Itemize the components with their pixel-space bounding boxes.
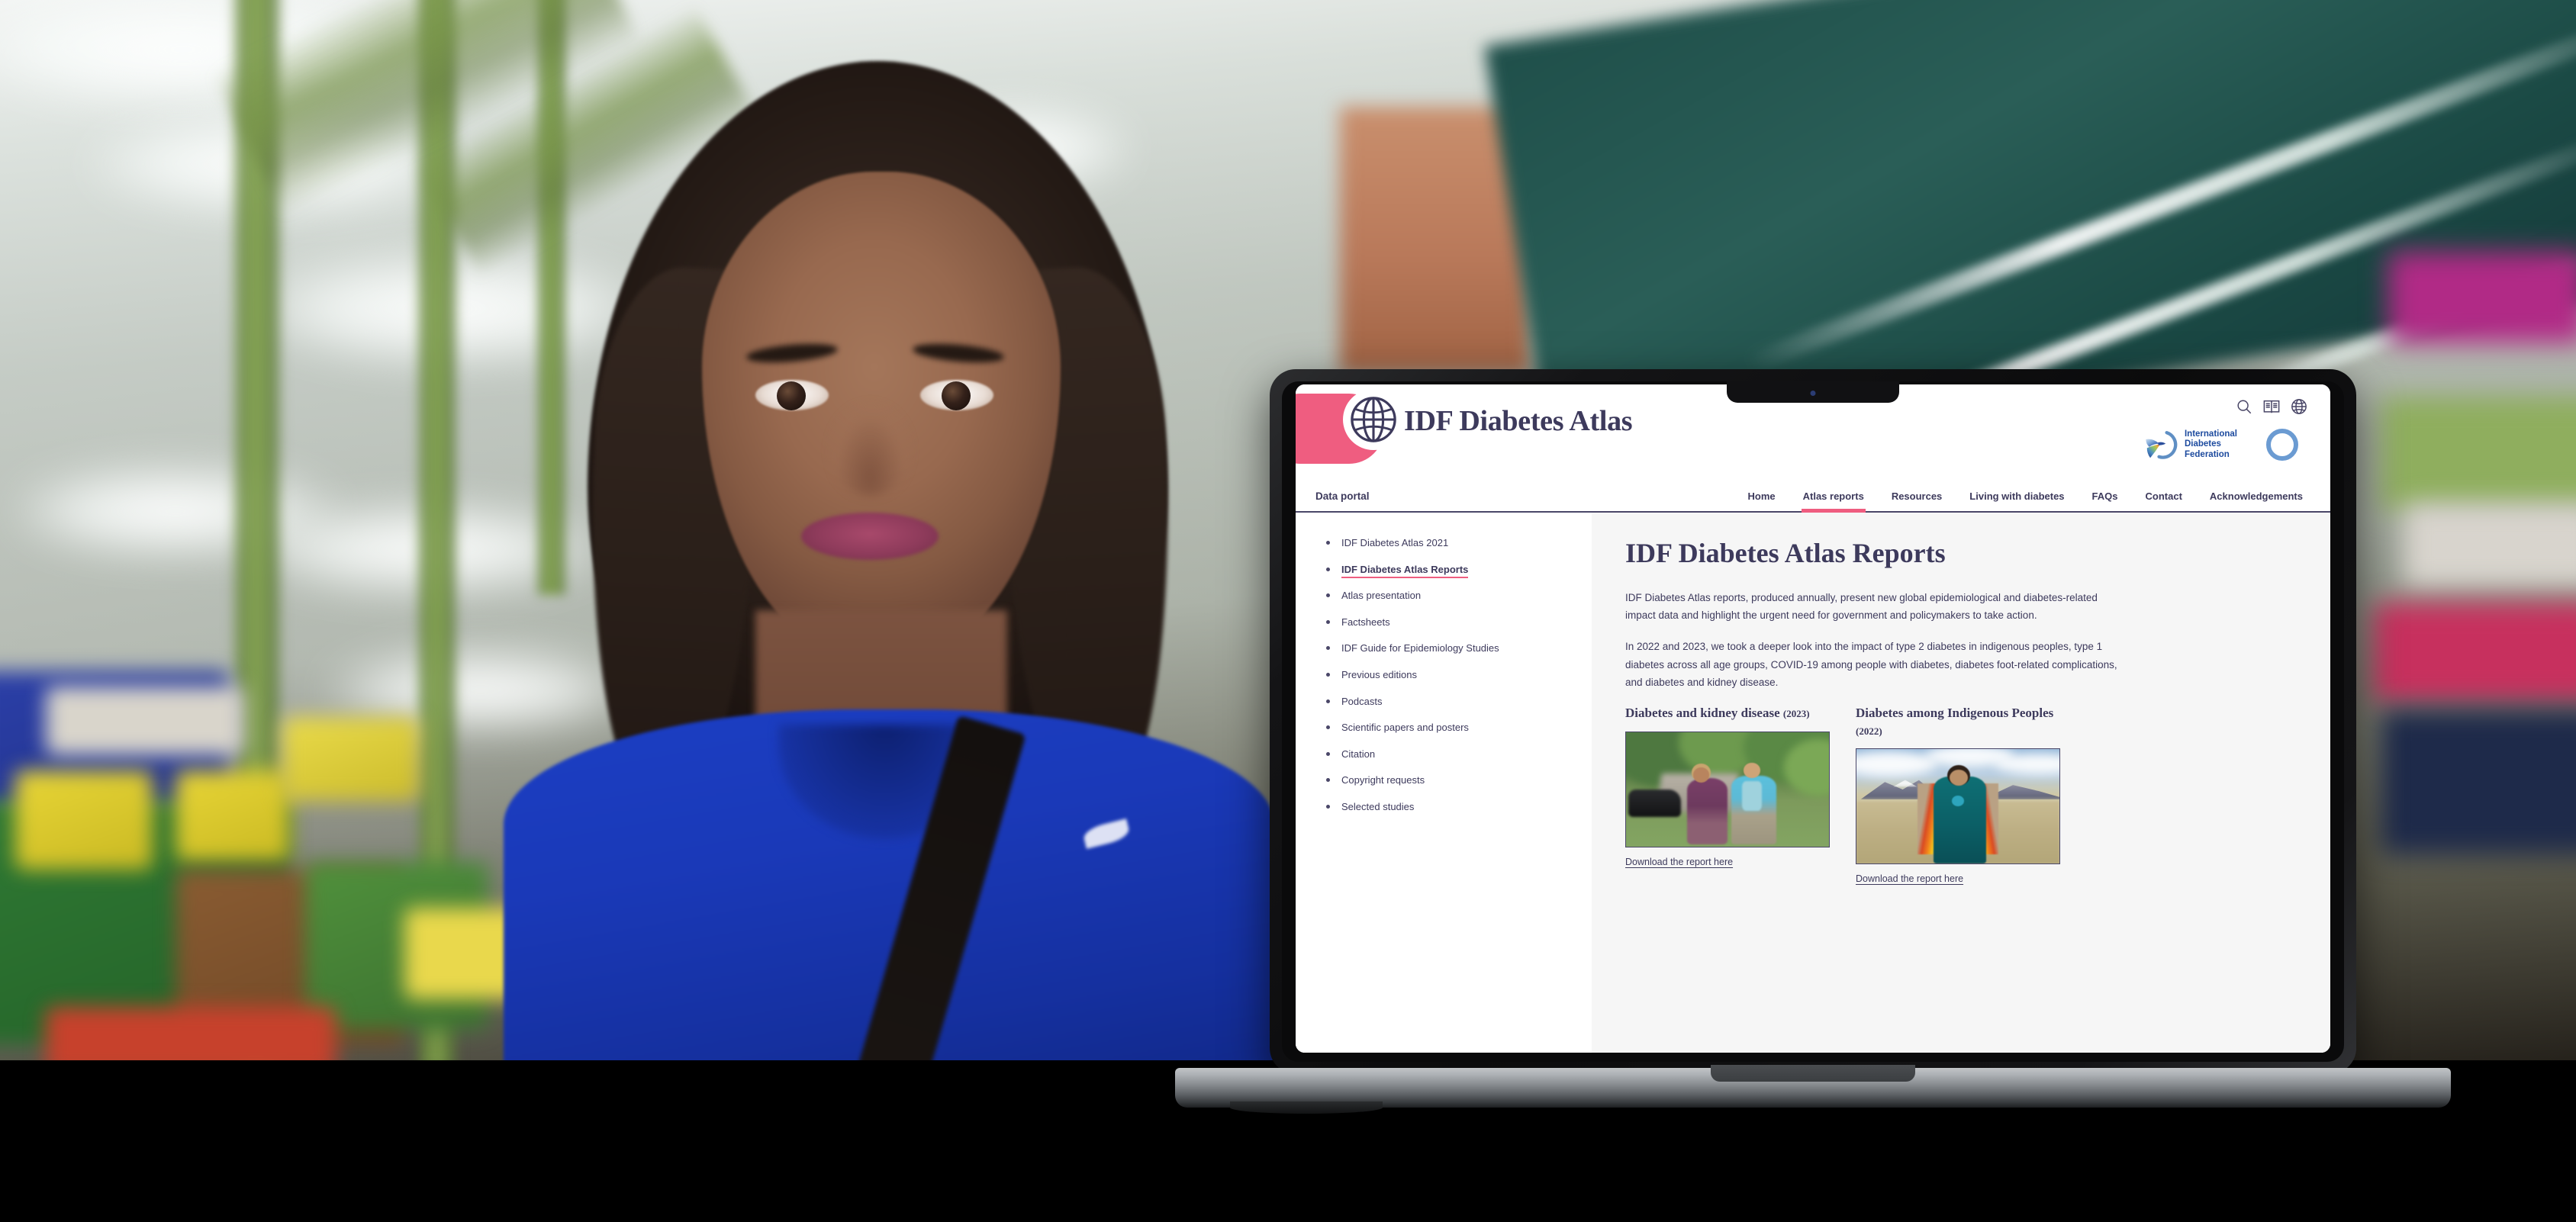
sidebar-item-idf-guide-for-epidemiology-studies[interactable]: IDF Guide for Epidemiology Studies xyxy=(1325,642,1572,669)
site-title: IDF Diabetes Atlas xyxy=(1404,405,1633,437)
sidebar-item-label: Atlas presentation xyxy=(1341,590,1422,602)
sidebar-item-idf-diabetes-atlas-reports[interactable]: IDF Diabetes Atlas Reports xyxy=(1325,563,1572,590)
sidebar-item-copyright-requests[interactable]: Copyright requests xyxy=(1325,774,1572,801)
shelf-blob xyxy=(2381,709,2576,854)
header-icon-group xyxy=(2236,398,2307,419)
nav-item-home[interactable]: Home xyxy=(1734,490,1789,511)
globe-icon[interactable] xyxy=(1343,389,1404,450)
produce-crate xyxy=(282,717,420,801)
sidebar-item-previous-editions[interactable]: Previous editions xyxy=(1325,669,1572,696)
idf-line-2: Diabetes xyxy=(2184,439,2221,449)
sidebar-item-factsheets[interactable]: Factsheets xyxy=(1325,616,1572,643)
lips xyxy=(801,513,939,560)
sidebar-item-selected-studies[interactable]: Selected studies xyxy=(1325,801,1572,828)
sidebar-item-label: IDF Diabetes Atlas 2021 xyxy=(1341,537,1449,548)
idf-line-1: International xyxy=(2184,429,2237,439)
report-card-heading: Diabetes and kidney disease (2023) xyxy=(1625,705,1830,722)
webpage: IDF Diabetes Atlas International Diabete… xyxy=(1296,384,2330,1053)
sidebar-item-idf-diabetes-atlas-2021[interactable]: IDF Diabetes Atlas 2021 xyxy=(1325,537,1572,564)
report-card-year: (2022) xyxy=(1856,725,1882,737)
sidebar-list: IDF Diabetes Atlas 2021 IDF Diabetes Atl… xyxy=(1325,537,1572,828)
nav-item-atlas-reports[interactable]: Atlas reports xyxy=(1789,490,1878,513)
main-content: IDF Diabetes Atlas Reports IDF Diabetes … xyxy=(1592,513,2330,1053)
search-icon[interactable] xyxy=(2236,398,2252,419)
sidebar-item-label: IDF Guide for Epidemiology Studies xyxy=(1341,642,1499,654)
intro-paragraph-1: IDF Diabetes Atlas reports, produced ann… xyxy=(1625,592,2098,622)
download-report-link[interactable]: Download the report here xyxy=(1856,873,1963,884)
sidebar-item-label: Copyright requests xyxy=(1341,774,1425,786)
sidebar-navigation: IDF Diabetes Atlas 2021 IDF Diabetes Atl… xyxy=(1296,513,1592,1053)
blue-ring-mark xyxy=(2266,429,2298,461)
sidebar-item-atlas-presentation[interactable]: Atlas presentation xyxy=(1325,590,1572,616)
shelf-blob xyxy=(2373,603,2576,702)
nav-data-portal-link[interactable]: Data portal xyxy=(1315,490,1370,502)
webcam-icon xyxy=(1810,391,1816,396)
report-card-heading: Diabetes among Indigenous Peoples (2022) xyxy=(1856,705,2060,739)
intro-paragraph-2: In 2022 and 2023, we took a deeper look … xyxy=(1625,641,2117,688)
sidebar-item-label: Selected studies xyxy=(1341,800,1415,812)
sidebar-item-label: Factsheets xyxy=(1341,616,1390,628)
glossary-book-icon[interactable] xyxy=(2263,398,2280,419)
produce-crate xyxy=(175,770,290,862)
report-card-list: Diabetes and kidney disease (2023) Downl… xyxy=(1625,705,2297,886)
laptop-lid: IDF Diabetes Atlas International Diabete… xyxy=(1270,369,2356,1074)
sidebar-item-label: Podcasts xyxy=(1341,695,1383,707)
woman-portrait xyxy=(473,46,1290,1062)
screen-notch xyxy=(1727,381,1899,403)
laptop-base-notch xyxy=(1711,1065,1915,1082)
idf-logo-text: International Diabetes Federation xyxy=(2185,429,2237,461)
report-card-indigenous-peoples: Diabetes among Indigenous Peoples (2022) xyxy=(1856,705,2060,886)
nav-item-contact[interactable]: Contact xyxy=(2132,490,2196,511)
nose xyxy=(830,404,910,496)
download-report-link[interactable]: Download the report here xyxy=(1625,857,1733,867)
left-pupil xyxy=(777,381,806,410)
couple-walking-outdoors-photo[interactable] xyxy=(1625,731,1830,847)
main-navigation: Data portal Home Atlas reports Resources… xyxy=(1296,476,2330,513)
nav-item-acknowledgements[interactable]: Acknowledgements xyxy=(2196,490,2317,511)
laptop-base xyxy=(1175,1065,2451,1114)
laptop-foot xyxy=(1230,1101,1383,1114)
language-globe-icon[interactable] xyxy=(2291,398,2307,419)
produce-crate xyxy=(15,770,153,870)
report-card-year: (2023) xyxy=(1782,708,1810,720)
sidebar-item-citation[interactable]: Citation xyxy=(1325,748,1572,775)
nav-item-living-with-diabetes[interactable]: Living with diabetes xyxy=(1956,490,2078,511)
idf-line-3: Federation xyxy=(2184,449,2230,459)
produce-crate xyxy=(46,1007,336,1062)
sidebar-item-podcasts[interactable]: Podcasts xyxy=(1325,696,1572,722)
produce-crate xyxy=(46,687,244,755)
sidebar-item-label: Citation xyxy=(1341,748,1376,760)
sidebar-item-scientific-papers-and-posters[interactable]: Scientific papers and posters xyxy=(1325,722,1572,748)
report-card-title: Diabetes among Indigenous Peoples xyxy=(1856,706,2054,721)
nav-item-resources[interactable]: Resources xyxy=(1878,490,1956,511)
shelf-blob xyxy=(2381,397,2576,511)
page-title: IDF Diabetes Atlas Reports xyxy=(1625,538,1946,568)
laptop-device: IDF Diabetes Atlas International Diabete… xyxy=(1175,369,2451,1114)
sidebar-item-label: IDF Diabetes Atlas Reports xyxy=(1341,563,1469,578)
sidebar-item-label: Scientific papers and posters xyxy=(1341,722,1469,734)
indigenous-girl-in-shawl-photo[interactable] xyxy=(1856,748,2060,864)
nav-item-faqs[interactable]: FAQs xyxy=(2079,490,2132,511)
report-card-title: Diabetes and kidney disease xyxy=(1625,706,1780,721)
laptop-screen: IDF Diabetes Atlas International Diabete… xyxy=(1296,384,2330,1053)
page-body: IDF Diabetes Atlas 2021 IDF Diabetes Atl… xyxy=(1296,513,2330,1053)
right-pupil xyxy=(942,381,971,410)
sidebar-item-label: Previous editions xyxy=(1341,668,1417,680)
shelf-blob xyxy=(2388,252,2576,343)
report-card-kidney-disease: Diabetes and kidney disease (2023) Downl… xyxy=(1625,705,1830,886)
screenshot-stage: IDF Diabetes Atlas International Diabete… xyxy=(0,0,2576,1222)
shelf-blob xyxy=(2404,503,2576,587)
nav-items: Home Atlas reports Resources Living with… xyxy=(1734,490,2330,513)
international-diabetes-federation-logo[interactable]: International Diabetes Federation xyxy=(2143,427,2237,462)
